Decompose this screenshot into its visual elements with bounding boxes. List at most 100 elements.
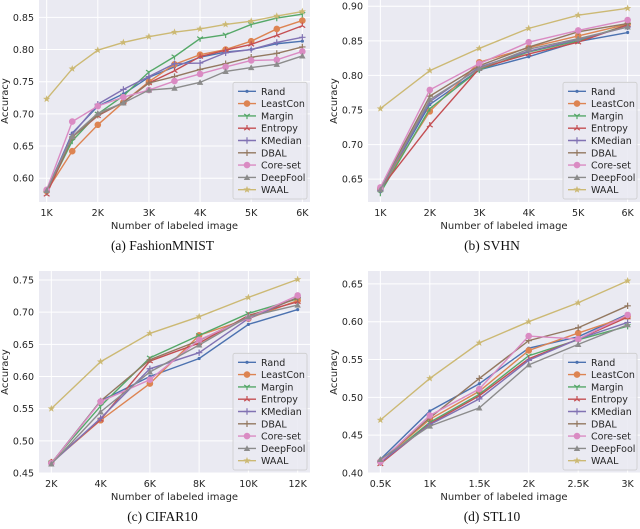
data-point (428, 409, 432, 413)
y-tick-label: 0.90 (342, 2, 363, 13)
legend: RandLeastConMargin EntropyKMedianDBAL Core… (232, 81, 308, 200)
x-tick-label: 1K (424, 479, 437, 490)
x-tick-label: 5K (572, 208, 585, 219)
legend-label: DeepFool (591, 173, 635, 184)
legend-label: Margin (261, 382, 293, 393)
legend-label: DeepFool (591, 444, 635, 455)
legend-label: DeepFool (261, 173, 305, 184)
data-point (477, 382, 481, 386)
legend-marker (575, 360, 579, 364)
legend-label: WAAL (261, 456, 289, 467)
x-axis-label: Number of labeled image (111, 221, 238, 232)
legend: RandLeastConMargin EntropyKMedianDBAL Core… (562, 81, 638, 200)
x-axis-label: Number of labeled image (440, 492, 567, 503)
legend-label: Entropy (591, 395, 628, 406)
data-point (294, 292, 301, 299)
data-point (68, 118, 76, 125)
x-tick-label: 4K (523, 208, 536, 219)
data-point (525, 38, 533, 46)
x-tick-label: 1.5K (469, 479, 491, 490)
legend-marker (573, 100, 581, 107)
y-tick-label: 0.45 (13, 469, 34, 480)
y-tick-label: 0.75 (13, 77, 34, 88)
legend-marker (243, 371, 251, 378)
legend-label: LeastCon (591, 370, 635, 381)
legend-label: DeepFool (261, 444, 305, 455)
y-tick-label: 0.75 (342, 105, 363, 116)
legend-label: Core-set (591, 432, 631, 443)
legend-marker (573, 371, 581, 378)
legend-label: Rand (261, 358, 285, 369)
legend-label: DBAL (591, 148, 617, 159)
legend-marker (243, 100, 251, 107)
chart-caption: (c) CIFAR10 (127, 509, 198, 524)
data-point (527, 55, 531, 59)
legend-label: Entropy (261, 124, 298, 135)
y-tick-label: 0.65 (342, 175, 363, 186)
legend-label: DBAL (591, 419, 617, 430)
x-tick-label: 2K (523, 479, 536, 490)
x-tick-label: 2.5K (568, 479, 590, 490)
x-tick-label: 5K (245, 208, 258, 219)
legend-label: Margin (591, 111, 623, 122)
data-point (94, 121, 102, 129)
x-tick-label: 2K (92, 208, 105, 219)
legend-label: LeastCon (261, 99, 305, 110)
chart-caption: (b) SVHN (464, 238, 520, 253)
y-tick-label: 0.55 (342, 355, 363, 366)
legend: RandLeastConMargin EntropyKMedianDBAL Core… (232, 352, 308, 471)
y-tick-label: 0.80 (342, 71, 363, 82)
chart-panel-1: 1K 2K 3K 4K 5K 6K 0.60 0.65 0.70 0.75 0.80 0.85 Numb… (0, 0, 310, 253)
legend-marker (573, 432, 581, 440)
legend-label: WAAL (261, 185, 289, 196)
x-tick-label: 6K (296, 208, 309, 219)
y-tick-label: 0.45 (342, 431, 363, 442)
y-axis-label: Accuracy (0, 349, 11, 395)
legend-marker (575, 89, 579, 93)
legend-marker (243, 432, 251, 440)
legend-label: Core-set (591, 161, 631, 172)
data-point (475, 385, 483, 393)
chart-caption: (a) FashionMNIST (111, 238, 215, 253)
y-axis-label: Accuracy (329, 349, 340, 395)
y-tick-label: 0.60 (342, 317, 363, 328)
y-tick-label: 0.50 (13, 436, 34, 447)
data-point (296, 307, 300, 312)
x-tick-label: 6K (144, 479, 157, 490)
x-tick-label: 4K (194, 208, 207, 219)
data-point (68, 147, 76, 155)
y-tick-label: 0.60 (13, 372, 34, 383)
x-tick-label: 6K (621, 208, 634, 219)
x-tick-label: 8K (193, 479, 206, 490)
chart-caption: (d) STL10 (464, 509, 521, 524)
legend-label: DBAL (261, 419, 287, 430)
legend-label: Rand (261, 87, 285, 98)
y-tick-label: 0.40 (342, 469, 363, 480)
x-tick-label: 3K (143, 208, 156, 219)
legend-label: Core-set (261, 432, 301, 443)
legend-marker (245, 89, 249, 93)
data-point (574, 27, 582, 34)
data-point (146, 376, 154, 384)
y-tick-label: 0.65 (13, 142, 34, 153)
data-point (426, 86, 434, 94)
legend-label: KMedian (591, 407, 632, 418)
x-tick-label: 2K (45, 479, 58, 490)
legend-label: Margin (591, 382, 623, 393)
data-point (197, 356, 201, 361)
x-axis-label: Number of labeled image (111, 492, 238, 503)
y-tick-label: 0.55 (13, 404, 34, 415)
chart-panel-2: 1K 2K 3K 4K 5K 6K 0.65 0.70 0.75 0.80 0.85 0.90 Numb… (329, 0, 640, 253)
data-point (626, 30, 630, 35)
data-point (97, 398, 104, 405)
legend-marker (573, 161, 581, 169)
x-axis-label: Number of labeled image (440, 221, 567, 232)
data-point (273, 25, 281, 33)
y-tick-label: 0.60 (13, 174, 34, 185)
x-tick-label: 3K (621, 479, 634, 490)
y-tick-label: 0.85 (342, 36, 363, 47)
legend-label: DBAL (261, 148, 287, 159)
y-tick-label: 0.80 (13, 45, 34, 56)
data-point (120, 93, 127, 101)
legend-label: Rand (591, 87, 615, 98)
